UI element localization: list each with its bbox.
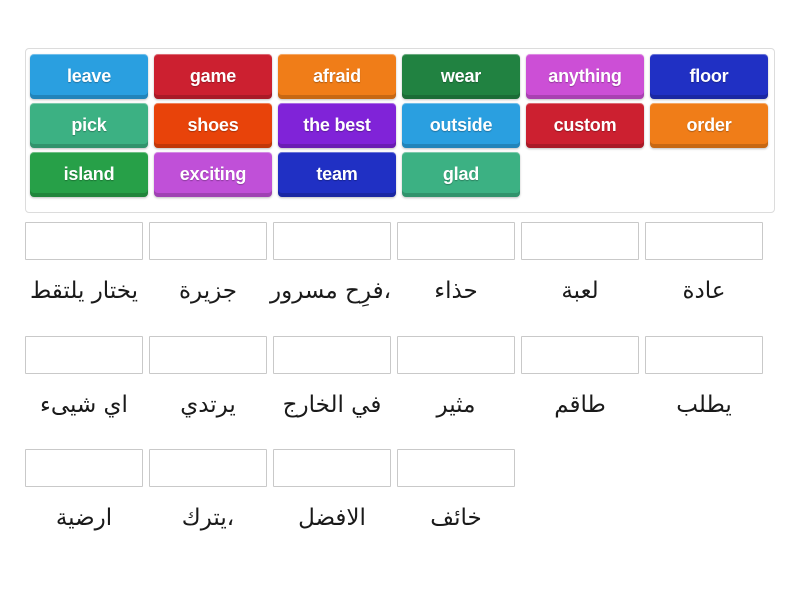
answer-cell: لعبة	[521, 222, 639, 306]
word-tile[interactable]: anything	[526, 54, 644, 99]
prompt-text: الافضل	[298, 505, 366, 531]
answer-cell: اي شيىء	[25, 336, 143, 420]
answer-cell: يختار يلتقط	[25, 222, 143, 306]
prompt-text: في الخارج	[282, 392, 382, 418]
prompt-text: ،يترك	[181, 505, 235, 531]
drop-zone[interactable]	[521, 222, 639, 260]
prompt-text: خائف	[430, 505, 482, 531]
word-tile[interactable]: floor	[650, 54, 768, 99]
drop-zone[interactable]	[273, 222, 391, 260]
answer-cell: يطلب	[645, 336, 763, 420]
prompt-text: جزيرة	[178, 278, 238, 304]
answer-row: يختار يلتقط جزيرة ،فرِح مسرور حذاء لعبة …	[25, 222, 775, 306]
word-tile[interactable]: leave	[30, 54, 148, 99]
prompt-text: حذاء	[434, 278, 478, 304]
activity-page: leave game afraid wear anything floor pi…	[0, 0, 800, 600]
answer-cell: ارضية	[25, 449, 143, 533]
drop-zone[interactable]	[149, 336, 267, 374]
word-tile[interactable]: afraid	[278, 54, 396, 99]
word-tile[interactable]: custom	[526, 103, 644, 148]
drop-zone[interactable]	[397, 449, 515, 487]
word-tile[interactable]: exciting	[154, 152, 272, 197]
answer-row: ارضية ،يترك الافضل خائف	[25, 449, 775, 533]
drop-zone[interactable]	[25, 336, 143, 374]
answer-cell: ،فرِح مسرور	[269, 222, 391, 306]
answer-cell: جزيرة	[149, 222, 267, 306]
drop-zone[interactable]	[645, 222, 763, 260]
prompt-text: طاقم	[554, 392, 606, 418]
tile-bank-row: island exciting team glad	[30, 152, 774, 200]
answer-cell: حذاء	[397, 222, 515, 306]
drop-zone[interactable]	[273, 336, 391, 374]
word-tile[interactable]: pick	[30, 103, 148, 148]
tile-slot-empty	[526, 152, 644, 197]
drop-zone[interactable]	[397, 336, 515, 374]
word-tile[interactable]: order	[650, 103, 768, 148]
prompt-text: ارضية	[55, 505, 113, 531]
drop-zone[interactable]	[25, 222, 143, 260]
prompt-text: ،فرِح مسرور	[269, 278, 391, 304]
answer-cell: في الخارج	[273, 336, 391, 420]
prompt-text: لعبة	[561, 278, 599, 304]
drop-zone[interactable]	[521, 336, 639, 374]
word-tile[interactable]: shoes	[154, 103, 272, 148]
tile-bank: leave game afraid wear anything floor pi…	[25, 48, 775, 213]
drop-zone[interactable]	[397, 222, 515, 260]
answer-cell: الافضل	[273, 449, 391, 533]
prompt-text: يطلب	[676, 392, 732, 418]
drop-zone[interactable]	[645, 336, 763, 374]
drop-zone[interactable]	[273, 449, 391, 487]
answer-cell: خائف	[397, 449, 515, 533]
tile-bank-row: leave game afraid wear anything floor	[30, 54, 774, 102]
prompt-text: عادة	[682, 278, 726, 304]
prompt-text: اي شيىء	[40, 392, 128, 418]
word-tile[interactable]: glad	[402, 152, 520, 197]
word-tile[interactable]: island	[30, 152, 148, 197]
prompt-text: يختار يلتقط	[29, 278, 139, 304]
word-tile[interactable]: game	[154, 54, 272, 99]
tile-slot-empty	[650, 152, 768, 197]
word-tile[interactable]: team	[278, 152, 396, 197]
prompt-text: يرتدي	[180, 392, 236, 418]
drop-zone[interactable]	[149, 222, 267, 260]
answer-cell: مثير	[397, 336, 515, 420]
answer-cell: ،يترك	[149, 449, 267, 533]
answer-cell: عادة	[645, 222, 763, 306]
word-tile[interactable]: outside	[402, 103, 520, 148]
answer-cell: يرتدي	[149, 336, 267, 420]
word-tile[interactable]: wear	[402, 54, 520, 99]
answer-cell: طاقم	[521, 336, 639, 420]
drop-zone[interactable]	[25, 449, 143, 487]
prompt-text: مثير	[436, 392, 476, 418]
tile-bank-row: pick shoes the best outside custom order	[30, 103, 774, 151]
answer-row: اي شيىء يرتدي في الخارج مثير طاقم يطلب	[25, 336, 775, 420]
word-tile[interactable]: the best	[278, 103, 396, 148]
drop-zone[interactable]	[149, 449, 267, 487]
